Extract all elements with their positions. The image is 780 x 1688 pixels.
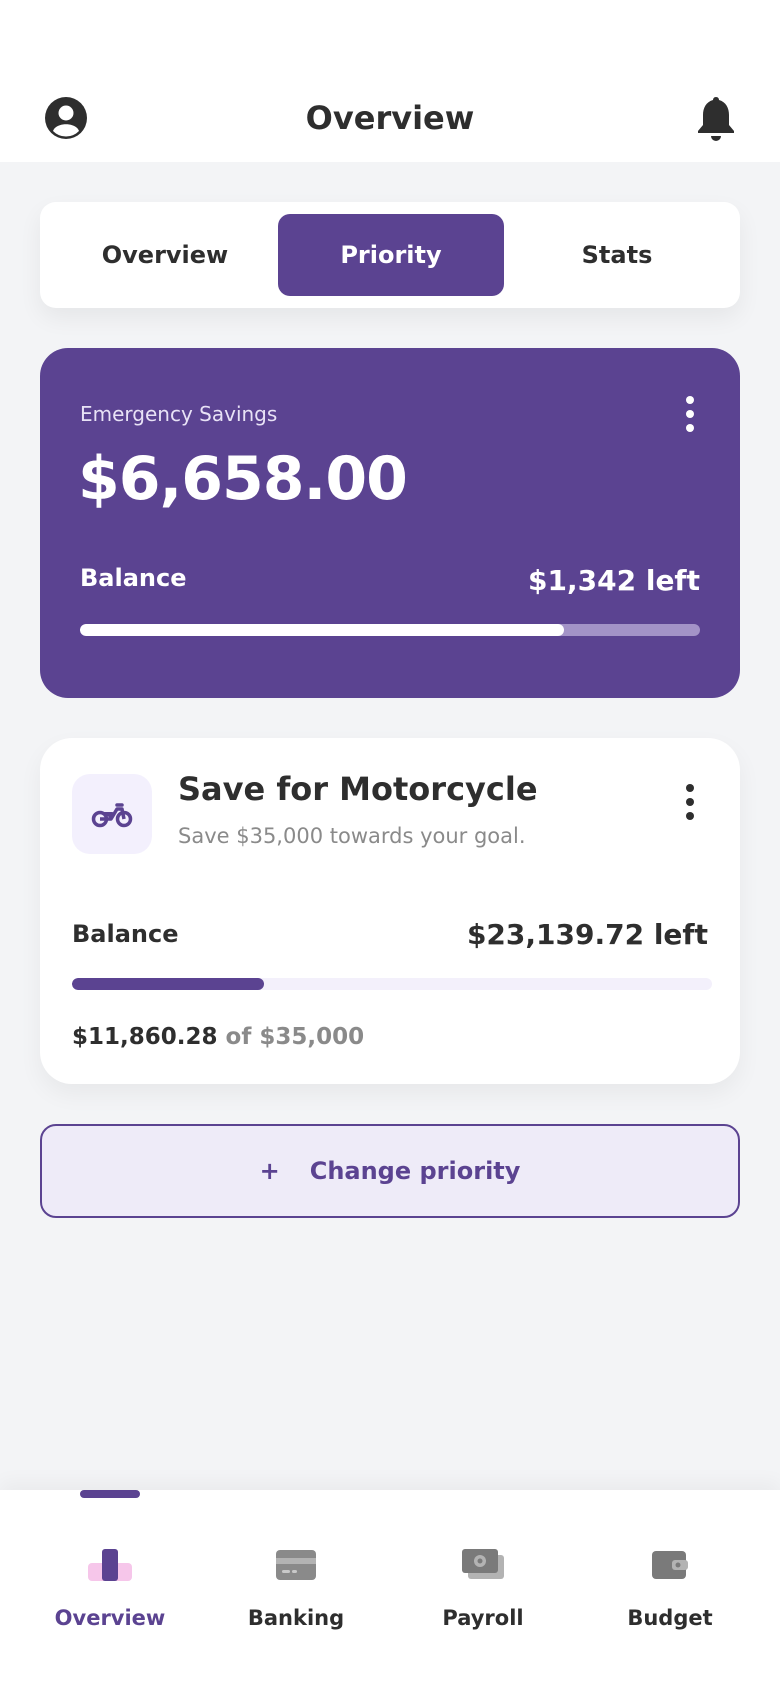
savings-progress-bar: [80, 624, 700, 636]
tab-overview[interactable]: Overview: [52, 214, 278, 296]
goal-subtitle: Save $35,000 towards your goal.: [178, 824, 526, 848]
goal-card[interactable]: Save for Motorcycle Save $35,000 towards…: [40, 738, 740, 1084]
goal-title: Save for Motorcycle: [178, 770, 538, 808]
top-bar: Overview: [0, 0, 780, 162]
change-priority-button[interactable]: + Change priority: [40, 1124, 740, 1218]
goal-current-amount: $11,860.28: [72, 1024, 218, 1050]
goal-balance-label: Balance: [72, 920, 179, 948]
emergency-savings-card[interactable]: Emergency Savings $6,658.00 Balance $1,3…: [40, 348, 740, 698]
savings-label: Emergency Savings: [80, 402, 278, 426]
nav-budget[interactable]: Budget: [580, 1540, 760, 1660]
overview-icon: [88, 1549, 132, 1581]
savings-progress-fill: [80, 624, 564, 636]
savings-amount: $6,658.00: [78, 444, 408, 514]
change-priority-label: Change priority: [309, 1157, 521, 1185]
active-tab-indicator: [80, 1490, 140, 1498]
bell-icon[interactable]: [694, 94, 738, 142]
plus-icon: +: [259, 1157, 280, 1185]
goal-left-amount: $23,139.72 left: [466, 918, 708, 951]
nav-overview-label: Overview: [54, 1606, 166, 1630]
tab-stats[interactable]: Stats: [504, 214, 730, 296]
goal-target-amount: of $35,000: [225, 1024, 365, 1050]
goal-progress-text: $11,860.28 of $35,000: [72, 1024, 364, 1050]
wallet-icon: [652, 1551, 688, 1579]
card-icon: [276, 1550, 316, 1580]
nav-banking-label: Banking: [247, 1606, 345, 1630]
nav-overview[interactable]: Overview: [20, 1540, 200, 1660]
page-title: Overview: [305, 99, 475, 137]
more-options-icon[interactable]: [684, 394, 696, 434]
goal-icon-box: [72, 774, 152, 854]
savings-left-amount: $1,342 left: [528, 564, 700, 597]
nav-banking[interactable]: Banking: [206, 1540, 386, 1660]
nav-payroll-label: Payroll: [442, 1606, 524, 1630]
cash-icon: [462, 1549, 504, 1579]
segmented-tabs: Overview Priority Stats: [40, 202, 740, 308]
tab-priority[interactable]: Priority: [278, 214, 504, 296]
more-options-icon[interactable]: [684, 782, 696, 822]
bottom-navigation: Overview Banking Payroll Budget: [0, 1490, 780, 1688]
goal-progress-bar: [72, 978, 712, 990]
nav-budget-label: Budget: [627, 1606, 713, 1630]
motorcycle-icon: [91, 803, 133, 828]
nav-payroll[interactable]: Payroll: [393, 1540, 573, 1660]
goal-progress-fill: [72, 978, 264, 990]
savings-balance-label: Balance: [80, 564, 187, 592]
